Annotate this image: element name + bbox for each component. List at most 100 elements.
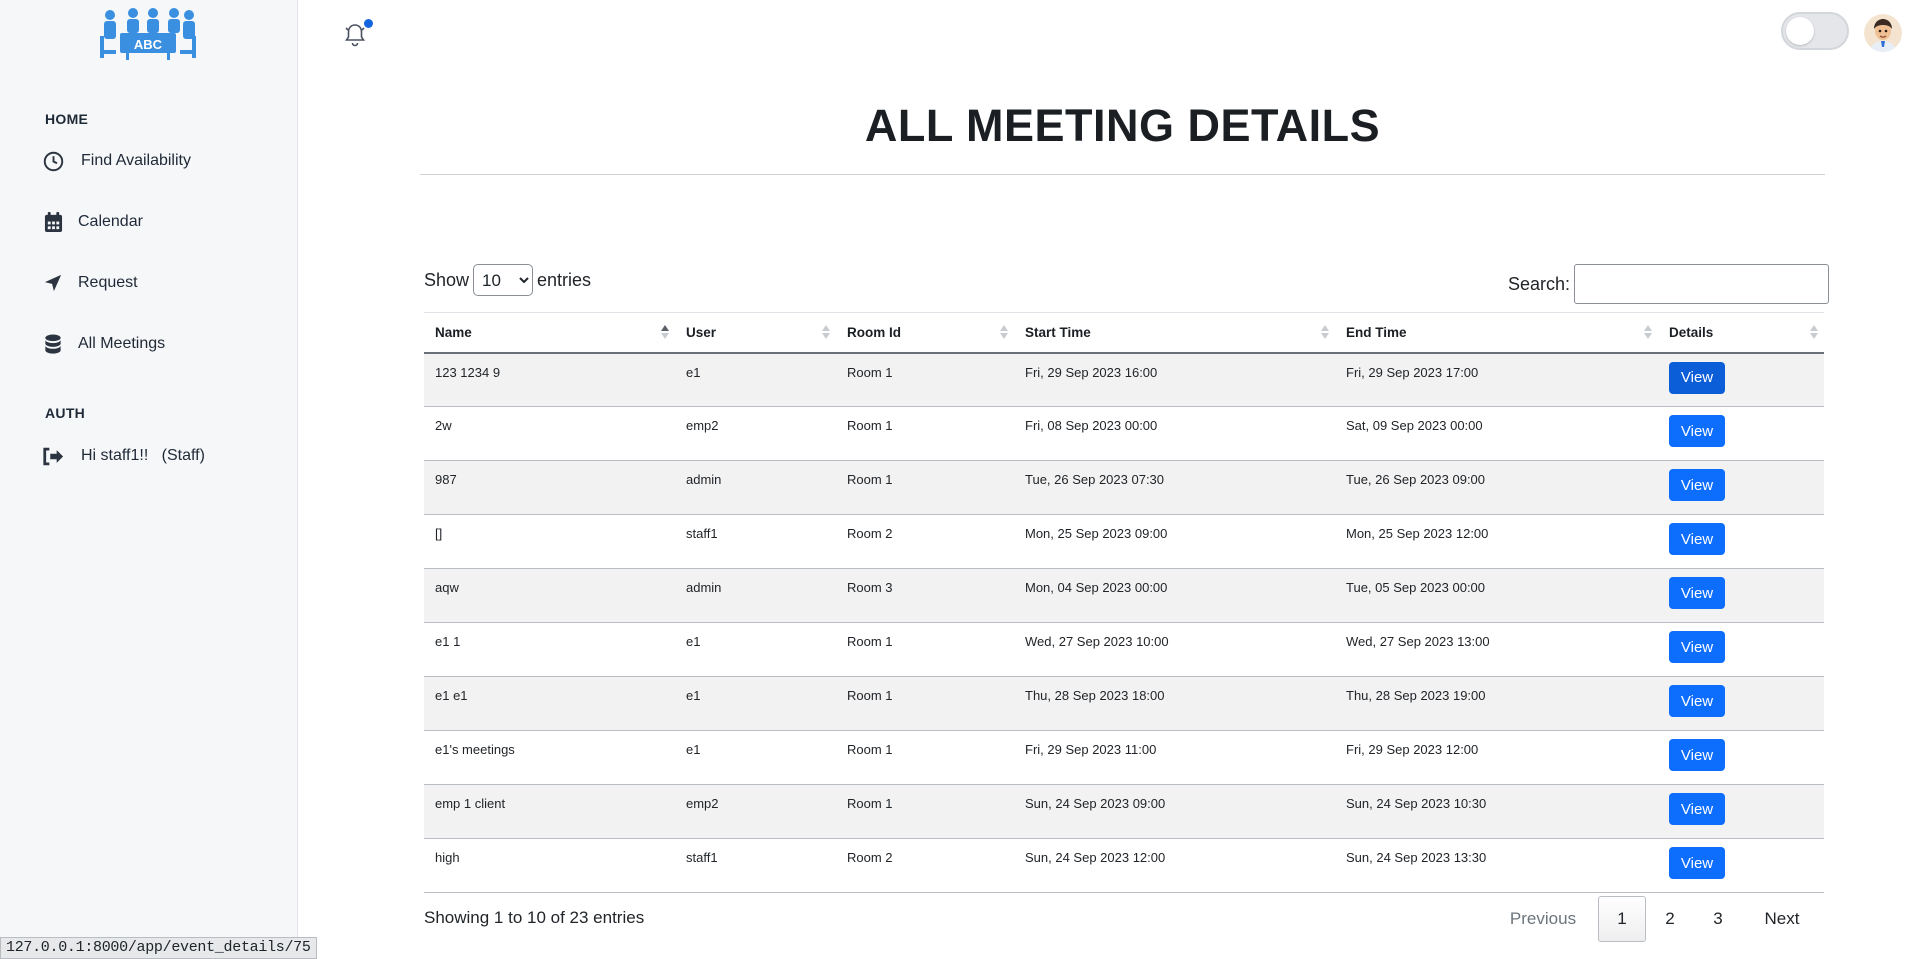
cell-name: aqw <box>435 580 459 595</box>
view-button[interactable]: View <box>1669 793 1725 825</box>
sidebar-item-logout[interactable]: Hi staff1!! (Staff) <box>42 445 205 467</box>
view-button[interactable]: View <box>1669 847 1725 879</box>
sort-asc-icon <box>661 325 669 341</box>
cell-room: Room 1 <box>847 418 893 433</box>
sidebar-item-all-meetings[interactable]: All Meetings <box>42 333 165 355</box>
clock-icon <box>42 150 64 172</box>
cell-room: Room 1 <box>847 796 893 811</box>
cell-room: Room 1 <box>847 742 893 757</box>
send-icon <box>42 272 64 294</box>
cell-details: View <box>1658 623 1824 677</box>
cell-user: emp2 <box>686 796 719 811</box>
cell-name: e1 e1 <box>435 688 468 703</box>
cell-details: View <box>1658 407 1824 461</box>
table-row: 2w emp2 Room 1 Fri, 08 Sep 2023 00:00 Sa… <box>424 407 1824 461</box>
table-info: Showing 1 to 10 of 23 entries <box>424 908 645 927</box>
sort-icon <box>1810 325 1818 341</box>
cell-details: View <box>1658 839 1824 893</box>
cell-end: Fri, 29 Sep 2023 12:00 <box>1346 742 1479 757</box>
sort-icon <box>822 325 830 341</box>
table-row: e1 1 e1 Room 1 Wed, 27 Sep 2023 10:00 We… <box>424 623 1824 677</box>
page-size-control: Show 10 25 50 100 entries <box>424 264 591 296</box>
search-input[interactable] <box>1574 264 1830 304</box>
view-button[interactable]: View <box>1669 577 1725 609</box>
column-header-end-time[interactable]: End Time <box>1335 312 1658 354</box>
view-button[interactable]: View <box>1669 631 1725 663</box>
cell-end: Sun, 24 Sep 2023 13:30 <box>1346 850 1487 865</box>
column-header-name[interactable]: Name <box>424 312 675 354</box>
pagination-page-2[interactable]: 2 <box>1646 896 1694 942</box>
cell-details: View <box>1658 731 1824 785</box>
cell-start: Tue, 26 Sep 2023 07:30 <box>1025 472 1165 487</box>
table-row: high staff1 Room 2 Sun, 24 Sep 2023 12:0… <box>424 839 1824 893</box>
entries-label: entries <box>537 269 592 290</box>
cell-room: Room 1 <box>847 634 893 649</box>
table-row: emp 1 client emp2 Room 1 Sun, 24 Sep 202… <box>424 784 1824 839</box>
view-button[interactable]: View <box>1669 739 1725 771</box>
sort-icon <box>1321 325 1329 341</box>
cell-end: Fri, 29 Sep 2023 17:00 <box>1346 364 1479 380</box>
cell-user: emp2 <box>686 418 719 433</box>
sidebar-item-label: All Meetings <box>78 335 166 352</box>
nav-heading-home: HOME <box>45 111 89 127</box>
page-size-select[interactable]: 10 25 50 100 <box>473 264 534 296</box>
cell-name: 2w <box>435 418 452 433</box>
cell-start: Sun, 24 Sep 2023 12:00 <box>1025 850 1166 865</box>
column-header-details[interactable]: Details <box>1658 312 1824 354</box>
database-icon <box>42 333 64 355</box>
title-divider <box>420 174 1825 175</box>
cell-user: staff1 <box>686 850 718 865</box>
table-row: e1's meetings e1 Room 1 Fri, 29 Sep 2023… <box>424 731 1824 785</box>
column-header-room-id[interactable]: Room Id <box>836 312 1014 354</box>
cell-name: 987 <box>435 472 457 487</box>
table-row: 987 admin Room 1 Tue, 26 Sep 2023 07:30 … <box>424 460 1824 515</box>
cell-start: Wed, 27 Sep 2023 10:00 <box>1025 634 1169 649</box>
nav-heading-auth: AUTH <box>45 405 86 421</box>
sort-icon <box>1000 325 1008 341</box>
sidebar-item-label: Hi staff1!! (Staff) <box>81 447 205 464</box>
pagination-next[interactable]: Next <box>1742 896 1822 942</box>
cell-details: View <box>1658 677 1824 731</box>
view-button[interactable]: View <box>1669 361 1725 394</box>
cell-end: Wed, 27 Sep 2023 13:00 <box>1346 634 1490 649</box>
cell-user: admin <box>686 580 722 595</box>
view-button[interactable]: View <box>1669 685 1725 717</box>
cell-start: Mon, 04 Sep 2023 00:00 <box>1025 580 1168 595</box>
sidebar-item-calendar[interactable]: Calendar <box>42 211 143 233</box>
sidebar-item-find-availability[interactable]: Find Availability <box>42 150 191 172</box>
notification-badge <box>364 19 373 28</box>
view-button[interactable]: View <box>1669 469 1725 501</box>
pagination-page-3[interactable]: 3 <box>1694 896 1742 942</box>
pagination: Previous 1 2 3 Next <box>1488 896 1822 942</box>
cell-name: e1 1 <box>435 634 461 649</box>
table-header-row: Name User Room Id Start Time End Time De… <box>424 312 1824 354</box>
sidebar-item-label: Calendar <box>78 213 143 230</box>
cell-name: high <box>435 850 460 865</box>
table-row: aqw admin Room 3 Mon, 04 Sep 2023 00:00 … <box>424 568 1824 623</box>
cell-details: View <box>1658 785 1824 839</box>
cell-room: Room 2 <box>847 850 893 865</box>
theme-toggle[interactable] <box>1781 12 1849 50</box>
logout-icon <box>42 445 64 467</box>
cell-name: 123 1234 9 <box>435 364 501 380</box>
column-header-start-time[interactable]: Start Time <box>1014 312 1335 354</box>
column-header-user[interactable]: User <box>675 312 836 354</box>
cell-user: e1 <box>686 634 701 649</box>
pagination-previous[interactable]: Previous <box>1488 896 1598 942</box>
cell-user: e1 <box>686 364 701 380</box>
show-label: Show <box>424 269 470 290</box>
cell-start: Fri, 08 Sep 2023 00:00 <box>1025 418 1158 433</box>
view-button[interactable]: View <box>1669 523 1725 555</box>
cell-end: Tue, 05 Sep 2023 00:00 <box>1346 580 1486 595</box>
user-avatar[interactable] <box>1864 14 1902 52</box>
sidebar-item-request[interactable]: Request <box>42 272 138 294</box>
company-logo[interactable]: ABC <box>98 6 198 60</box>
sort-icon <box>1644 325 1652 341</box>
cell-details: View <box>1658 515 1824 569</box>
logo-text: ABC <box>134 37 163 52</box>
search-label: Search: <box>1508 273 1571 294</box>
cell-end: Sun, 24 Sep 2023 10:30 <box>1346 796 1487 811</box>
view-button[interactable]: View <box>1669 415 1725 447</box>
calendar-icon <box>42 211 64 233</box>
pagination-page-1[interactable]: 1 <box>1598 896 1646 942</box>
